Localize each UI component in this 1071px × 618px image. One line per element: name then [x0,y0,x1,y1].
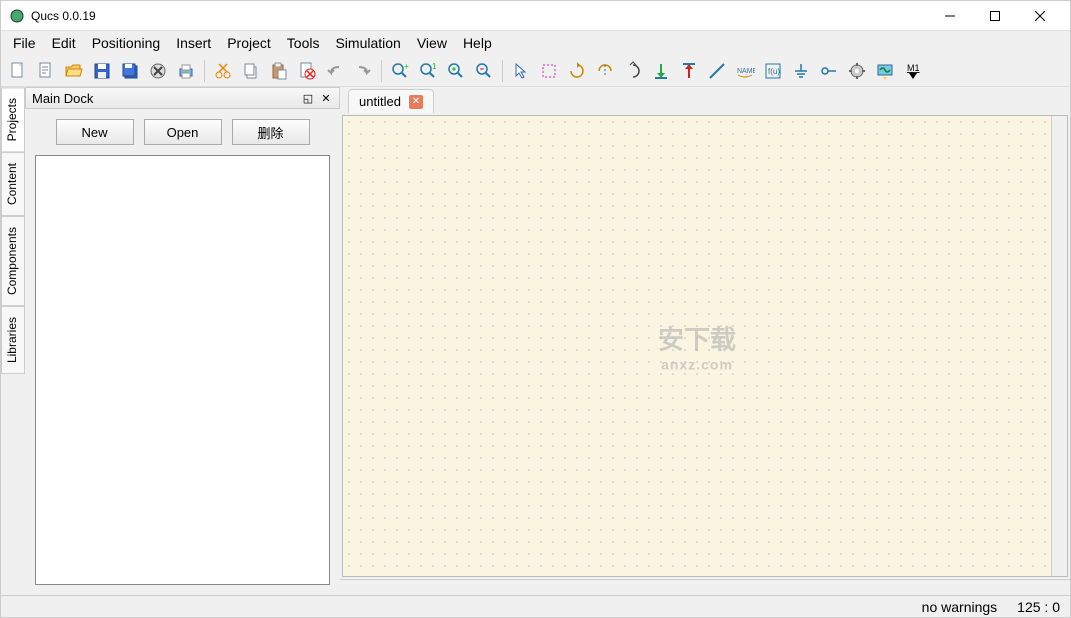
watermark: 安下载 anxz.com [658,320,736,373]
close-button[interactable] [1017,2,1062,30]
svg-text:NAME: NAME [737,68,755,75]
dock-header: Main Dock ◱ ✕ [25,87,340,109]
delete-icon[interactable] [145,58,171,84]
pointer-icon[interactable] [508,58,534,84]
svg-text:f(u): f(u) [768,67,780,76]
menu-help[interactable]: Help [455,33,500,53]
side-tab-strip: Projects Content Components Libraries [1,87,25,595]
new-text-icon[interactable] [33,58,59,84]
menu-tools[interactable]: Tools [279,33,328,53]
ground-icon[interactable] [788,58,814,84]
tab-close-icon[interactable]: ✕ [409,95,423,109]
status-coords: 125 : 0 [1017,599,1060,615]
main-dock: Main Dock ◱ ✕ New Open 删除 [25,87,340,595]
svg-text:M1: M1 [907,63,920,73]
menu-view[interactable]: View [409,33,455,53]
dock-title: Main Dock [32,91,93,106]
save-all-icon[interactable] [117,58,143,84]
paste-icon[interactable] [266,58,292,84]
move-down-icon[interactable] [648,58,674,84]
save-icon[interactable] [89,58,115,84]
horizontal-scrollbar[interactable] [340,579,1070,595]
dock-float-icon[interactable]: ◱ [301,91,315,105]
settings-icon[interactable] [844,58,870,84]
side-tab-components[interactable]: Components [1,216,25,306]
status-bar: no warnings 125 : 0 [1,595,1070,617]
cancel-file-icon[interactable] [294,58,320,84]
new-project-button[interactable]: New [56,119,134,145]
undo-icon[interactable] [322,58,348,84]
window-title: Qucs 0.0.19 [31,9,927,23]
schematic-canvas[interactable]: 安下载 anxz.com [343,116,1051,576]
zoom-out-icon[interactable]: 1 [415,58,441,84]
zoom-minus-icon[interactable] [471,58,497,84]
menu-bar: File Edit Positioning Insert Project Too… [1,31,1070,55]
marker-icon[interactable]: M1 [900,58,926,84]
project-list[interactable] [35,155,330,585]
flip-v-icon[interactable] [620,58,646,84]
delete-project-button[interactable]: 删除 [232,119,310,145]
watermark-sub: anxz.com [658,357,736,373]
redo-icon[interactable] [350,58,376,84]
zoom-plus-icon[interactable] [443,58,469,84]
flip-h-icon[interactable] [592,58,618,84]
menu-edit[interactable]: Edit [44,33,84,53]
menu-insert[interactable]: Insert [168,33,219,53]
select-rect-icon[interactable] [536,58,562,84]
menu-simulation[interactable]: Simulation [327,33,408,53]
document-tab-label: untitled [359,94,401,109]
svg-text:+: + [404,62,409,71]
port-icon[interactable] [816,58,842,84]
wire-icon[interactable] [704,58,730,84]
maximize-button[interactable] [972,2,1017,30]
title-bar: Qucs 0.0.19 [1,1,1070,31]
move-up-icon[interactable] [676,58,702,84]
new-file-icon[interactable] [5,58,31,84]
status-warnings: no warnings [922,599,998,615]
open-icon[interactable] [61,58,87,84]
app-icon [9,8,25,24]
vertical-scrollbar[interactable] [1051,116,1067,576]
rotate-icon[interactable] [564,58,590,84]
print-icon[interactable] [173,58,199,84]
simulate-icon[interactable] [872,58,898,84]
toolbar: + 1 NAME f(u) M1 [1,55,1070,87]
copy-icon[interactable] [238,58,264,84]
equation-icon[interactable]: f(u) [760,58,786,84]
svg-text:1: 1 [432,62,437,71]
menu-file[interactable]: File [5,33,44,53]
side-tab-content[interactable]: Content [1,152,25,216]
editor-area: untitled ✕ 安下载 anxz.com [340,87,1070,595]
menu-positioning[interactable]: Positioning [84,33,169,53]
open-project-button[interactable]: Open [144,119,222,145]
zoom-in-icon[interactable]: + [387,58,413,84]
name-label-icon[interactable]: NAME [732,58,758,84]
side-tab-libraries[interactable]: Libraries [1,306,25,374]
watermark-main: 安下载 [658,320,736,357]
minimize-button[interactable] [927,2,972,30]
side-tab-projects[interactable]: Projects [1,87,25,152]
cut-icon[interactable] [210,58,236,84]
dock-close-icon[interactable]: ✕ [319,91,333,105]
document-tab[interactable]: untitled ✕ [348,89,434,113]
menu-project[interactable]: Project [219,33,279,53]
